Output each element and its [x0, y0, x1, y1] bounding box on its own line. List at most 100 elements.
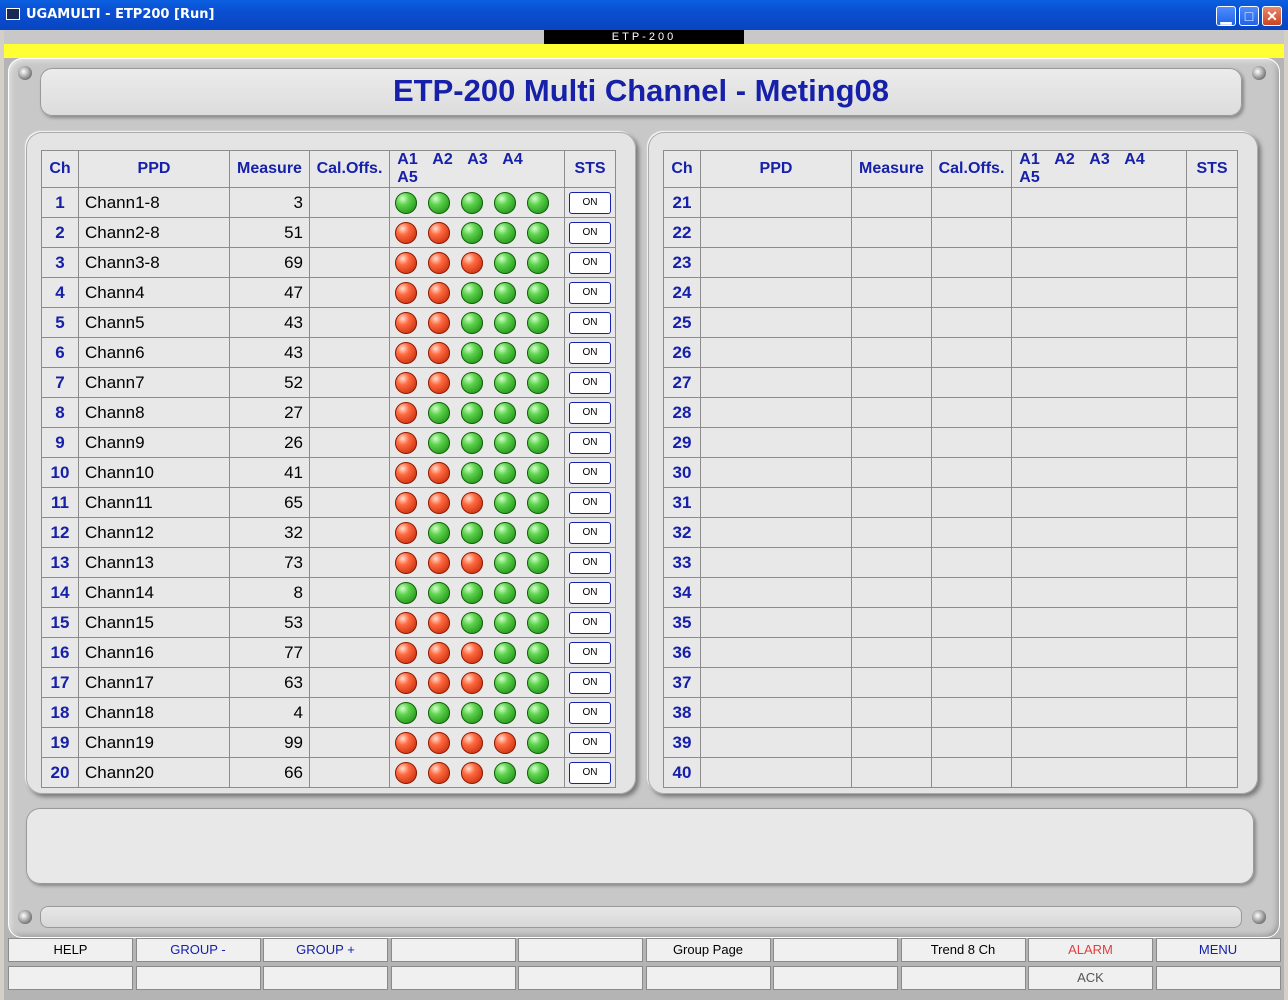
- col-alarms-header: A1 A2 A3 A4 A5: [389, 150, 565, 188]
- function-key-bottom-4[interactable]: [390, 966, 516, 990]
- status-cell: ON: [564, 547, 616, 578]
- status-on-button[interactable]: ON: [569, 521, 611, 544]
- status-on-button[interactable]: ON: [569, 761, 611, 784]
- function-key-bottom-6[interactable]: [645, 966, 771, 990]
- status-cell: [1186, 547, 1238, 578]
- table-row: 17 Chann17 63 ON: [41, 667, 616, 698]
- minimize-button[interactable]: ▁: [1216, 6, 1236, 26]
- status-on-button[interactable]: ON: [569, 491, 611, 514]
- channel-number: 34: [663, 577, 701, 608]
- status-on-button[interactable]: ON: [569, 551, 611, 574]
- status-cell: ON: [564, 217, 616, 248]
- function-key-top-5[interactable]: [518, 938, 643, 962]
- status-on-button[interactable]: ON: [569, 461, 611, 484]
- table-row: 29: [663, 427, 1238, 458]
- channel-ppd: [700, 337, 852, 368]
- channel-number: 18: [41, 697, 79, 728]
- status-cell: [1186, 187, 1238, 218]
- status-on-button[interactable]: ON: [569, 731, 611, 754]
- channel-measure: 27: [229, 397, 310, 428]
- left-channel-panel: Ch PPD Measure Cal.Offs. A1 A2 A3 A4A5 STS 1 Chan…: [26, 132, 636, 794]
- function-key-bottom-7[interactable]: [773, 966, 898, 990]
- status-on-button[interactable]: ON: [569, 371, 611, 394]
- alarm-led-icon: [395, 311, 417, 334]
- function-key-bottom-5[interactable]: [518, 966, 643, 990]
- channel-measure: 51: [229, 217, 310, 248]
- function-key-top-7[interactable]: [773, 938, 898, 962]
- channel-measure: [851, 427, 932, 458]
- channel-cal-offset: [309, 487, 390, 518]
- status-on-button[interactable]: ON: [569, 191, 611, 214]
- status-on-button[interactable]: ON: [569, 401, 611, 424]
- status-cell: [1186, 397, 1238, 428]
- channel-ppd: [700, 307, 852, 338]
- status-cell: ON: [564, 757, 616, 788]
- alarm-column-label: A5: [1019, 169, 1040, 186]
- alarm-indicators: [389, 637, 565, 668]
- table-row: 3 Chann3-8 69 ON: [41, 247, 616, 278]
- alarm-led-icon: [428, 281, 450, 304]
- alarm-led-icon: [494, 371, 516, 394]
- function-key-top-9[interactable]: ALARM: [1028, 938, 1153, 962]
- maximize-button[interactable]: □: [1239, 6, 1259, 26]
- status-cell: ON: [564, 187, 616, 218]
- alarm-indicators: [389, 277, 565, 308]
- status-on-button[interactable]: ON: [569, 311, 611, 334]
- status-on-button[interactable]: ON: [569, 641, 611, 664]
- function-key-bottom-10[interactable]: [1155, 966, 1281, 990]
- alarm-led-icon: [395, 251, 417, 274]
- function-key-bottom-9[interactable]: ACK: [1028, 966, 1153, 990]
- function-key-bottom-1[interactable]: [8, 966, 133, 990]
- channel-cal-offset: [931, 217, 1012, 248]
- status-on-button[interactable]: ON: [569, 611, 611, 634]
- alarm-indicators: [1011, 487, 1187, 518]
- status-on-button[interactable]: ON: [569, 251, 611, 274]
- function-key-top-4[interactable]: [390, 938, 516, 962]
- channel-measure: 26: [229, 427, 310, 458]
- function-key-top-1[interactable]: HELP: [8, 938, 133, 962]
- status-on-button[interactable]: ON: [569, 581, 611, 604]
- channel-number: 32: [663, 517, 701, 548]
- right-channel-panel: Ch PPD Measure Cal.Offs. A1 A2 A3 A4A5 STS 21 22 2…: [648, 132, 1258, 794]
- minimize-icon: ▁: [1220, 8, 1232, 24]
- function-key-bottom-8[interactable]: [900, 966, 1026, 990]
- status-on-button[interactable]: ON: [569, 701, 611, 724]
- channel-number: 28: [663, 397, 701, 428]
- alarm-column-label: A4: [502, 151, 523, 168]
- alarm-indicators: [389, 667, 565, 698]
- channel-number: 15: [41, 607, 79, 638]
- function-key-top-2[interactable]: GROUP -: [135, 938, 261, 962]
- table-row: 27: [663, 367, 1238, 398]
- close-button[interactable]: ✕: [1262, 6, 1282, 26]
- col-ppd-header: PPD: [78, 150, 230, 188]
- function-key-top-10[interactable]: MENU: [1155, 938, 1281, 962]
- status-on-button[interactable]: ON: [569, 281, 611, 304]
- alarm-indicators: [389, 517, 565, 548]
- channel-ppd: [700, 697, 852, 728]
- alarm-led-icon: [461, 251, 483, 274]
- status-on-button[interactable]: ON: [569, 671, 611, 694]
- application-frame: ETP-200 ETP-200 Multi Channel - Meting08…: [4, 30, 1284, 1000]
- device-strip: ETP-200: [4, 30, 1284, 44]
- channel-ppd: [700, 577, 852, 608]
- alarm-indicators: [389, 217, 565, 248]
- channel-number: 12: [41, 517, 79, 548]
- status-cell: [1186, 337, 1238, 368]
- status-on-button[interactable]: ON: [569, 341, 611, 364]
- function-key-top-8[interactable]: Trend 8 Ch: [900, 938, 1026, 962]
- function-key-top-6[interactable]: Group Page: [645, 938, 771, 962]
- channel-number: 39: [663, 727, 701, 758]
- table-row: 4 Chann4 47 ON: [41, 277, 616, 308]
- alarm-led-icon: [494, 641, 516, 664]
- status-cell: [1186, 607, 1238, 638]
- function-key-top-3[interactable]: GROUP +: [263, 938, 388, 962]
- alarm-led-icon: [395, 341, 417, 364]
- alarm-indicators: [1011, 277, 1187, 308]
- function-key-bar: HELP GROUP - GROUP + Group Page Trend 8 Ch AL…: [8, 938, 1284, 996]
- function-key-bottom-3[interactable]: [263, 966, 388, 990]
- channel-number: 9: [41, 427, 79, 458]
- function-key-bottom-2[interactable]: [135, 966, 261, 990]
- alarm-led-icon: [395, 491, 417, 514]
- status-on-button[interactable]: ON: [569, 431, 611, 454]
- status-on-button[interactable]: ON: [569, 221, 611, 244]
